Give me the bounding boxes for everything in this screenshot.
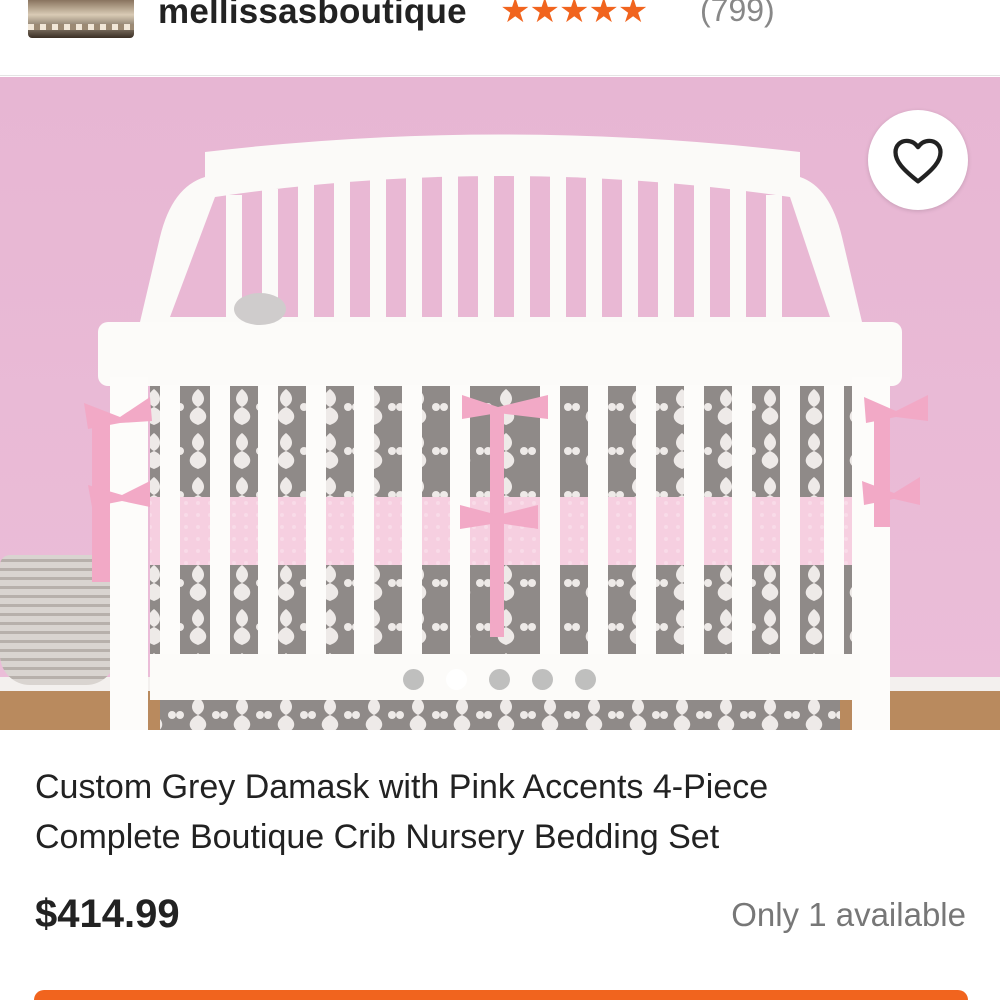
availability-text: Only 1 available [731, 896, 966, 933]
product-price: $414.99 [35, 892, 180, 936]
gallery-dot[interactable] [446, 669, 467, 690]
shop-header: mellissasboutique ★★★★★ (799) [0, 0, 1000, 76]
product-title: Custom Grey Damask with Pink Accents 4-P… [35, 762, 935, 862]
product-title-line-2: Complete Boutique Crib Nursery Bedding S… [35, 818, 720, 856]
shop-avatar[interactable] [28, 0, 134, 38]
gallery-pagination [403, 669, 596, 690]
product-image-gallery[interactable] [0, 77, 1000, 730]
rating-stars: ★★★★★ [500, 0, 648, 31]
review-count[interactable]: (799) [700, 0, 775, 29]
heart-outline-icon [893, 138, 943, 184]
favorite-button[interactable] [868, 110, 968, 210]
gallery-dot[interactable] [575, 669, 596, 690]
product-title-line-1: Custom Grey Damask with Pink Accents 4-P… [35, 768, 769, 806]
product-photo-crib [84, 134, 928, 730]
gallery-dot[interactable] [489, 669, 510, 690]
buy-button[interactable] [34, 990, 968, 1000]
shop-name[interactable]: mellissasboutique [158, 0, 467, 32]
gallery-dot[interactable] [403, 669, 424, 690]
gallery-dot[interactable] [532, 669, 553, 690]
